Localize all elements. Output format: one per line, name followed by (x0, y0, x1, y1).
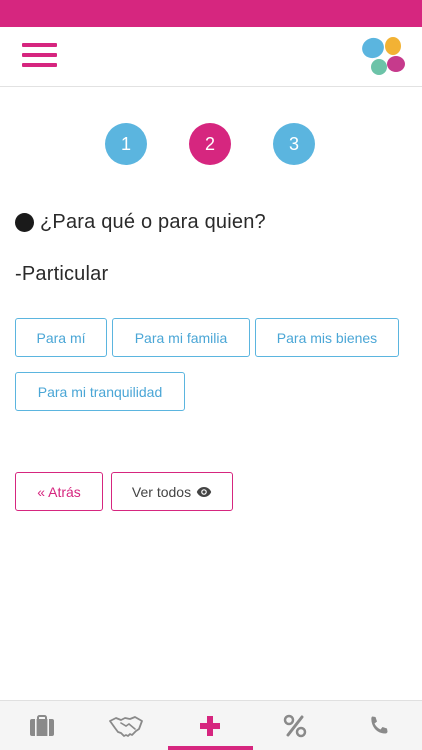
app-logo-icon (362, 37, 405, 75)
back-button-label: « Atrás (37, 483, 81, 500)
bullet-icon (15, 212, 34, 232)
view-all-button-label: Ver todos (131, 483, 192, 500)
briefcase-icon (30, 715, 54, 736)
step-1-circle[interactable]: 1 (105, 123, 147, 165)
active-tab-indicator (168, 746, 253, 750)
question-text: ¿Para qué o para quien? (40, 210, 266, 233)
category-label: -Particular (15, 263, 109, 285)
step-3-circle[interactable]: 3 (273, 123, 315, 165)
status-bar (0, 0, 422, 27)
tab-percent[interactable] (253, 701, 337, 750)
tab-plus[interactable] (168, 701, 252, 750)
tab-handshake[interactable] (84, 701, 168, 750)
option-para-mi-button[interactable]: Para mí (15, 318, 107, 357)
back-button[interactable]: « Atrás (15, 472, 103, 511)
step-2-circle[interactable]: 2 (189, 123, 231, 165)
option-para-mi-tranquilidad-button[interactable]: Para mi tranquilidad (15, 372, 185, 411)
app-header (0, 27, 422, 87)
view-all-button[interactable]: Ver todos (111, 472, 233, 511)
question-heading: ¿Para qué o para quien? (15, 207, 415, 237)
handshake-icon (109, 716, 143, 737)
tab-phone[interactable] (337, 701, 421, 750)
step-indicator: 1 2 3 (0, 123, 422, 165)
plus-icon (200, 716, 220, 736)
bottom-navigation (0, 700, 422, 750)
hamburger-menu-icon[interactable] (22, 41, 57, 69)
tab-briefcase[interactable] (0, 701, 84, 750)
phone-icon (371, 716, 388, 734)
percent-icon (283, 714, 307, 738)
option-para-mis-bienes-button[interactable]: Para mis bienes (255, 318, 399, 357)
option-para-mi-familia-button[interactable]: Para mi familia (112, 318, 250, 357)
eye-icon (196, 486, 212, 497)
